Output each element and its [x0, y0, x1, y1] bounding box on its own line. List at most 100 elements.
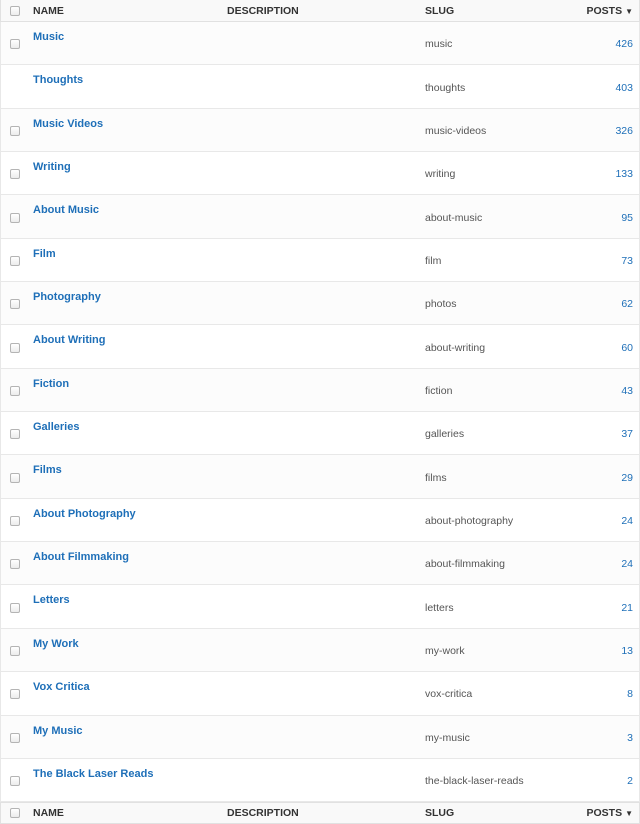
row-checkbox[interactable] — [10, 39, 20, 50]
column-slug-footer[interactable]: Slug — [425, 807, 581, 819]
category-posts-count-link[interactable]: 60 — [621, 342, 633, 354]
category-posts-count-link[interactable]: 403 — [615, 82, 633, 94]
table-row: Film film 73 — [1, 239, 639, 283]
row-checkbox[interactable] — [10, 515, 20, 526]
table-row: Galleries galleries 37 — [1, 412, 639, 456]
category-posts-count-link[interactable]: 29 — [621, 472, 633, 484]
category-posts-count-link[interactable]: 8 — [627, 688, 633, 700]
category-name-link[interactable]: Music Videos — [33, 118, 103, 130]
table-row: Films films 29 — [1, 455, 639, 499]
row-checkbox[interactable] — [10, 385, 20, 396]
category-name-link[interactable]: About Photography — [33, 508, 136, 520]
category-name-link[interactable]: Thoughts — [33, 74, 83, 86]
category-posts-count-link[interactable]: 62 — [621, 298, 633, 310]
category-name-link[interactable]: Music — [33, 31, 64, 43]
categories-table: Name Description Slug Posts ▼ Music music 4… — [0, 0, 640, 824]
column-slug-header[interactable]: Slug — [425, 5, 581, 17]
row-checkbox[interactable] — [10, 255, 20, 266]
category-slug: my-work — [425, 644, 465, 657]
category-description — [227, 195, 425, 237]
category-name-link[interactable]: Letters — [33, 594, 70, 606]
category-name-link[interactable]: About Music — [33, 204, 99, 216]
category-description — [227, 716, 425, 758]
category-name-link[interactable]: About Filmmaking — [33, 551, 129, 563]
category-posts-count-link[interactable]: 326 — [615, 125, 633, 137]
category-name-link[interactable]: About Writing — [33, 334, 106, 346]
category-posts-count-link[interactable]: 133 — [615, 168, 633, 180]
row-checkbox[interactable] — [10, 602, 20, 613]
category-name-link[interactable]: Films — [33, 464, 62, 476]
row-checkbox[interactable] — [10, 169, 20, 180]
sort-descending-icon: ▼ — [625, 6, 633, 16]
row-checkbox[interactable] — [10, 125, 20, 136]
column-name-footer[interactable]: Name — [29, 807, 227, 819]
row-checkbox[interactable] — [10, 776, 20, 787]
category-slug: letters — [425, 601, 454, 614]
category-posts-count-link[interactable]: 73 — [621, 255, 633, 267]
row-checkbox[interactable] — [10, 429, 20, 440]
category-name-link[interactable]: Film — [33, 248, 56, 260]
category-description — [227, 282, 425, 324]
table-row: About Music about-music 95 — [1, 195, 639, 239]
table-row: About Filmmaking about-filmmaking 24 — [1, 542, 639, 586]
table-row: Music Videos music-videos 326 — [1, 108, 639, 153]
row-checkbox[interactable] — [10, 342, 20, 353]
table-row: The Black Laser Reads the-black-laser-rea… — [1, 759, 639, 803]
row-checkbox[interactable] — [10, 645, 20, 656]
select-all-checkbox-footer[interactable] — [10, 808, 20, 819]
table-body: Music music 426 Thoughts thoughts 403 Music Vi… — [0, 22, 640, 803]
row-checkbox[interactable] — [10, 212, 20, 223]
category-posts-count-link[interactable]: 43 — [621, 385, 633, 397]
category-slug: about-photography — [425, 514, 514, 527]
category-posts-count-link[interactable]: 37 — [621, 428, 633, 440]
table-row: About Photography about-photography 24 — [1, 499, 639, 543]
select-all-checkbox[interactable] — [10, 5, 20, 16]
category-slug: about-music — [425, 211, 483, 224]
column-description-header[interactable]: Description — [227, 5, 425, 17]
category-posts-count-link[interactable]: 95 — [621, 212, 633, 224]
category-posts-count-link[interactable]: 3 — [627, 732, 633, 744]
category-posts-count-link[interactable]: 426 — [615, 38, 633, 50]
category-slug: writing — [425, 168, 456, 181]
category-description — [227, 759, 425, 801]
category-name-link[interactable]: The Black Laser Reads — [33, 768, 153, 780]
table-row: Vox Critica vox-critica 8 — [1, 672, 639, 716]
row-checkbox[interactable] — [10, 689, 20, 700]
category-name-link[interactable]: My Work — [33, 638, 79, 650]
column-posts-footer[interactable]: Posts ▼ — [581, 807, 639, 819]
category-posts-count-link[interactable]: 21 — [621, 602, 633, 614]
category-name-link[interactable]: My Music — [33, 725, 83, 737]
category-posts-count-link[interactable]: 24 — [621, 558, 633, 570]
table-row: My Work my-work 13 — [1, 628, 639, 673]
category-name-link[interactable]: Writing — [33, 161, 71, 173]
row-checkbox[interactable] — [10, 732, 20, 743]
column-posts-header[interactable]: Posts ▼ — [581, 5, 639, 17]
category-posts-count-link[interactable]: 2 — [627, 775, 633, 787]
category-name-link[interactable]: Galleries — [33, 421, 79, 433]
table-header: Name Description Slug Posts ▼ — [0, 0, 640, 22]
row-checkbox[interactable] — [10, 472, 20, 483]
category-slug: fiction — [425, 384, 453, 397]
category-name-link[interactable]: Fiction — [33, 378, 69, 390]
category-slug: the-black-laser-reads — [425, 775, 524, 788]
table-row: About Writing about-writing 60 — [1, 325, 639, 369]
category-description — [227, 239, 425, 281]
category-slug: galleries — [425, 428, 465, 441]
category-description — [227, 499, 425, 541]
category-description — [227, 65, 425, 107]
category-description — [227, 455, 425, 497]
category-description — [227, 152, 425, 194]
column-description-footer[interactable]: Description — [227, 807, 425, 819]
category-description — [227, 369, 425, 411]
category-name-link[interactable]: Photography — [33, 291, 101, 303]
row-checkbox[interactable] — [10, 559, 20, 570]
category-posts-count-link[interactable]: 24 — [621, 515, 633, 527]
category-slug: my-music — [425, 731, 470, 744]
table-footer: Name Description Slug Posts ▼ — [0, 802, 640, 824]
row-checkbox[interactable] — [10, 299, 20, 310]
table-row: Writing writing 133 — [1, 152, 639, 196]
column-name-header[interactable]: Name — [29, 5, 227, 17]
category-slug: films — [425, 471, 447, 484]
category-posts-count-link[interactable]: 13 — [621, 645, 633, 657]
category-name-link[interactable]: Vox Critica — [33, 681, 90, 693]
